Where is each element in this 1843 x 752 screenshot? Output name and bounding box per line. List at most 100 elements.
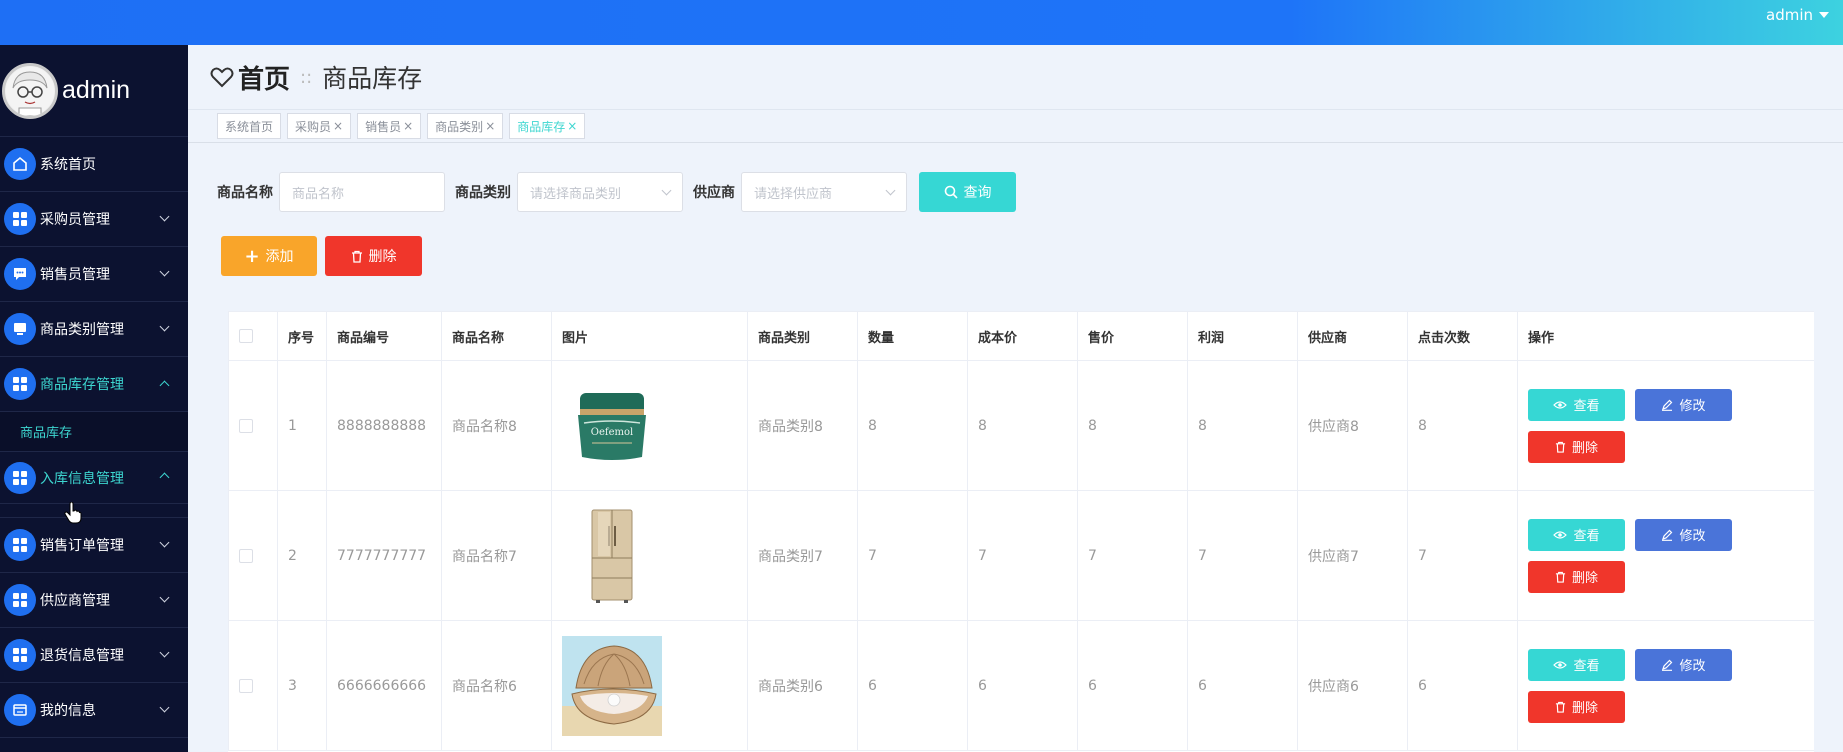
cell-name: 商品名称7: [441, 490, 552, 621]
edit-button-label: 修改: [1679, 399, 1706, 414]
trash-icon: [1555, 441, 1566, 453]
sidebar-item-salespeople[interactable]: 销售员管理: [0, 247, 188, 302]
cell-clicks: 6: [1407, 620, 1518, 751]
cell-operations: 查看 修改 删除: [1517, 360, 1814, 491]
delete-button[interactable]: 删除: [1528, 430, 1625, 463]
chevron-down-icon: [159, 266, 170, 277]
sidebar: admin 系统首页 采购员管理 销售员管理 商品类别管理 商品库存管理 商品库…: [0, 45, 188, 752]
sidebar-item-suppliers[interactable]: 供应商管理: [0, 573, 188, 628]
brand: admin: [0, 45, 188, 137]
refrigerator-image: [562, 506, 662, 606]
avatar: [2, 62, 58, 119]
tag-categories[interactable]: 商品类别 ×: [427, 113, 504, 139]
column-header: 图片: [551, 311, 748, 361]
close-icon[interactable]: ×: [333, 119, 343, 133]
close-icon[interactable]: ×: [567, 119, 577, 133]
edit-button-label: 修改: [1679, 659, 1706, 674]
batch-delete-button[interactable]: 删除: [325, 236, 422, 276]
column-header: 利润: [1187, 311, 1298, 361]
sidebar-spacer: [0, 504, 188, 518]
view-button[interactable]: 查看: [1528, 648, 1625, 681]
grid-icon: [4, 461, 36, 494]
search-icon: [944, 185, 958, 199]
brand-name: admin: [62, 76, 131, 104]
sidebar-item-my-info[interactable]: 我的信息: [0, 683, 188, 738]
cell-price: 7: [1077, 490, 1188, 621]
sidebar-item-label: 销售员管理: [40, 267, 110, 283]
plus-icon: +: [244, 245, 260, 267]
sidebar-item-purchasers[interactable]: 采购员管理: [0, 192, 188, 247]
sidebar-item-categories[interactable]: 商品类别管理: [0, 302, 188, 357]
edit-button[interactable]: 修改: [1635, 648, 1732, 681]
user-menu[interactable]: admin: [1766, 6, 1829, 24]
view-button[interactable]: 查看: [1528, 518, 1625, 551]
tag-salespeople[interactable]: 销售员 ×: [357, 113, 422, 139]
tag-home[interactable]: 系统首页: [217, 113, 282, 139]
select-all-checkbox[interactable]: [239, 329, 253, 343]
card-icon: [4, 694, 36, 726]
add-button[interactable]: + 添加: [221, 236, 317, 276]
tag-inventory[interactable]: 商品库存 ×: [509, 113, 586, 139]
product-name-input[interactable]: 商品名称: [279, 172, 445, 212]
cell-image: [551, 620, 748, 751]
close-icon[interactable]: ×: [403, 119, 413, 133]
edit-button[interactable]: 修改: [1635, 388, 1732, 421]
delete-button-label: 删除: [1571, 441, 1598, 456]
column-header: 商品名称: [441, 311, 552, 361]
sidebar-item-inventory[interactable]: 商品库存管理: [0, 357, 188, 412]
delete-button[interactable]: 删除: [1528, 560, 1625, 593]
submenu-item-label: 商品库存: [20, 426, 73, 441]
supplier-select[interactable]: 请选择供应商: [741, 172, 907, 212]
product-name-placeholder: 商品名称: [292, 186, 345, 202]
table-row: 1 8888888888 商品名称8 Oefemol 商品类别8 8 8 8 8…: [228, 360, 1814, 491]
column-header: 商品类别: [747, 311, 858, 361]
edit-button[interactable]: 修改: [1635, 518, 1732, 551]
column-header: 成本价: [967, 311, 1078, 361]
cell-code: 8888888888: [326, 360, 442, 491]
view-button-label: 查看: [1573, 399, 1600, 414]
supplier-label: 供应商: [693, 185, 735, 201]
grid-icon: [4, 203, 36, 235]
cell-name: 商品名称6: [441, 620, 552, 751]
sidebar-item-sales-orders[interactable]: 销售订单管理: [0, 518, 188, 573]
heart-icon: [210, 67, 234, 88]
delete-button[interactable]: 删除: [1528, 690, 1625, 723]
cell-cost: 7: [967, 490, 1078, 621]
cell-price: 8: [1077, 360, 1188, 491]
view-button[interactable]: 查看: [1528, 388, 1625, 421]
view-button-label: 查看: [1573, 659, 1600, 674]
edit-icon: [1662, 659, 1673, 671]
cell-index: 1: [277, 360, 327, 491]
query-button-label: 查询: [963, 185, 992, 201]
sidebar-item-label: 商品类别管理: [40, 322, 124, 338]
chevron-up-icon: [159, 472, 170, 483]
edit-icon: [1662, 529, 1673, 541]
row-select-cell: [228, 490, 278, 621]
sidebar-item-home[interactable]: 系统首页: [0, 137, 188, 192]
table-row: 2 7777777777 商品名称7 商品类别7 7 7 7 7 供应商7 7 …: [228, 490, 1814, 621]
cell-operations: 查看 修改 删除: [1517, 620, 1814, 751]
sidebar-item-returns[interactable]: 退货信息管理: [0, 628, 188, 683]
close-icon[interactable]: ×: [485, 119, 495, 133]
page-header: 首页 :: 商品库存: [188, 45, 1843, 109]
view-button-label: 查看: [1573, 529, 1600, 544]
sidebar-item-label: 商品库存管理: [40, 377, 124, 393]
cell-quantity: 7: [857, 490, 968, 621]
tag-label: 采购员: [295, 119, 332, 134]
category-select[interactable]: 请选择商品类别: [517, 172, 683, 212]
cell-supplier: 供应商7: [1297, 490, 1408, 621]
breadcrumb-home[interactable]: 首页: [210, 59, 290, 96]
row-checkbox[interactable]: [239, 548, 253, 563]
tag-purchasers[interactable]: 采购员 ×: [287, 113, 352, 139]
delete-button-label: 删除: [1571, 571, 1598, 586]
search-form: 商品名称 商品名称 商品类别 请选择商品类别 供应商 请选择供应商 查询: [217, 172, 1016, 212]
sidebar-item-stock-in[interactable]: 入库信息管理: [0, 452, 188, 504]
query-button[interactable]: 查询: [919, 172, 1016, 212]
cell-index: 2: [277, 490, 327, 621]
pearl-shell-image: [562, 635, 662, 736]
chevron-down-icon: [661, 185, 672, 196]
sidebar-item-label: 供应商管理: [40, 593, 110, 609]
submenu-item-inventory[interactable]: 商品库存: [0, 412, 188, 452]
row-checkbox[interactable]: [239, 678, 253, 693]
row-checkbox[interactable]: [239, 418, 253, 433]
